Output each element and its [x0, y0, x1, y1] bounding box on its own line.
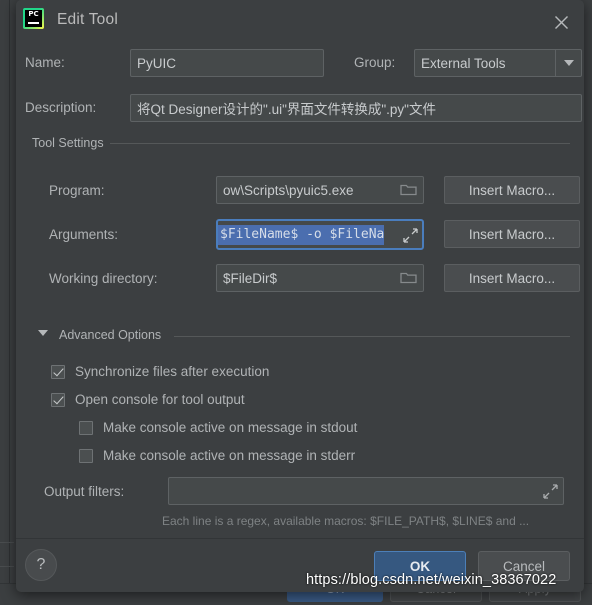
- name-input[interactable]: PyUIC: [130, 49, 324, 77]
- expand-icon[interactable]: [543, 484, 558, 504]
- background-window-left-edge: [0, 0, 10, 605]
- help-icon: ?: [36, 556, 46, 573]
- checkbox-console-active-stderr[interactable]: Make console active on message in stderr: [79, 448, 355, 463]
- background-window-divider: [0, 566, 14, 567]
- dialog-titlebar: PC Edit Tool: [16, 0, 584, 46]
- program-input[interactable]: ow\Scripts\pyuic5.exe: [216, 176, 424, 204]
- description-input[interactable]: 将Qt Designer设计的".ui"界面文件转换成".py"文件: [130, 94, 582, 122]
- group-label: Group:: [354, 55, 396, 70]
- advanced-options-rule: [174, 336, 570, 337]
- tool-settings-legend: Tool Settings: [27, 136, 109, 150]
- program-insert-macro-button[interactable]: Insert Macro...: [444, 176, 580, 204]
- checkbox-open-console[interactable]: Open console for tool output: [51, 392, 245, 407]
- checkbox-box[interactable]: [79, 420, 93, 435]
- help-button[interactable]: ?: [25, 549, 57, 581]
- description-label: Description:: [25, 100, 97, 115]
- program-label: Program:: [49, 183, 105, 198]
- output-filters-input[interactable]: [168, 477, 564, 505]
- checkbox-console-active-stdout[interactable]: Make console active on message in stdout: [79, 420, 357, 435]
- checkbox-box[interactable]: [79, 448, 93, 463]
- arguments-input[interactable]: $FileName$ -o $FileNa: [216, 219, 424, 250]
- checkbox-label: Synchronize files after execution: [75, 364, 270, 379]
- checkbox-box[interactable]: [51, 364, 65, 379]
- group-combobox[interactable]: External Tools: [414, 49, 582, 77]
- folder-icon[interactable]: [400, 182, 417, 199]
- expand-icon[interactable]: [403, 228, 418, 248]
- checkbox-label: Make console active on message in stderr: [103, 448, 356, 463]
- triangle-down-icon[interactable]: [38, 330, 48, 336]
- arguments-input-value: $FileName$ -o $FileNa: [218, 224, 385, 245]
- chevron-down-icon[interactable]: [555, 50, 581, 76]
- checkbox-label: Make console active on message in stdout: [103, 420, 358, 435]
- working-directory-input-value: $FileDir$: [223, 270, 278, 286]
- watermark-text: https://blog.csdn.net/weixin_38367022: [306, 572, 557, 588]
- output-filters-hint: Each line is a regex, available macros: …: [162, 514, 530, 528]
- output-filters-label: Output filters:: [44, 484, 125, 499]
- program-input-value: ow\Scripts\pyuic5.exe: [223, 182, 354, 198]
- group-combobox-value: External Tools: [421, 55, 506, 71]
- background-window-divider: [0, 542, 14, 543]
- pycharm-logo-icon: PC: [23, 8, 44, 29]
- checkbox-synchronize-files[interactable]: Synchronize files after execution: [51, 364, 269, 379]
- edit-tool-dialog: PC Edit Tool Name: PyUIC Group: External…: [16, 0, 584, 592]
- arguments-insert-macro-button[interactable]: Insert Macro...: [444, 220, 580, 248]
- working-directory-insert-macro-button[interactable]: Insert Macro...: [444, 264, 580, 292]
- description-input-value: 将Qt Designer设计的".ui"界面文件转换成".py"文件: [137, 102, 436, 117]
- arguments-insert-macro-label: Insert Macro...: [468, 226, 556, 242]
- arguments-label: Arguments:: [49, 227, 119, 242]
- working-directory-input[interactable]: $FileDir$: [216, 264, 424, 292]
- close-icon[interactable]: [548, 9, 574, 35]
- checkbox-box[interactable]: [51, 392, 65, 407]
- program-insert-macro-label: Insert Macro...: [468, 182, 556, 198]
- working-directory-label: Working directory:: [49, 271, 158, 286]
- working-directory-insert-macro-label: Insert Macro...: [468, 270, 556, 286]
- dialog-title: Edit Tool: [57, 11, 118, 28]
- tool-settings-rule: [110, 143, 570, 144]
- name-input-value: PyUIC: [137, 55, 177, 71]
- footer-divider: [16, 538, 584, 539]
- checkbox-label: Open console for tool output: [75, 392, 245, 407]
- advanced-options-header[interactable]: Advanced Options: [54, 328, 167, 342]
- folder-icon[interactable]: [400, 270, 417, 287]
- name-label: Name:: [25, 55, 65, 70]
